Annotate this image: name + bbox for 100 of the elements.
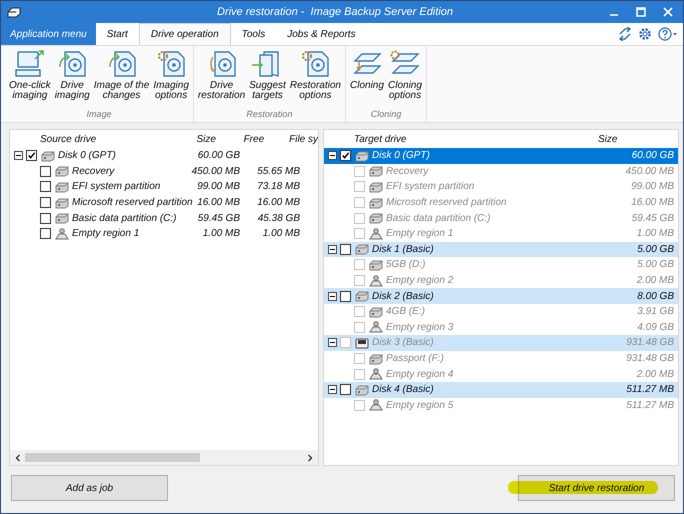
settings-icon[interactable]: [638, 27, 652, 41]
size-cell: 1.00 MB: [202, 228, 240, 240]
free-cell: 1.00 MB: [262, 228, 300, 240]
drive-name: Microsoft reserved partition: [386, 197, 507, 208]
ribbon-tab[interactable]: Jobs & Reports: [276, 23, 367, 45]
drive-name: Empty region 5: [386, 400, 454, 411]
drive-icon: [369, 306, 383, 318]
drive-icon: [55, 180, 69, 193]
size-cell-text: 99.00 MB: [630, 181, 675, 192]
drive-name[interactable]: Microsoft reserved partition: [72, 197, 193, 208]
drive-icon: [369, 352, 383, 365]
drive-icon: [369, 165, 383, 178]
free-cell: 45.38 GB: [258, 212, 300, 224]
collapse-icon[interactable]: [328, 385, 337, 394]
size-cell-text: 4.09 GB: [636, 322, 675, 333]
drive-name: Disk 3 (Basic): [372, 337, 434, 348]
drive-name: Disk 1 (Basic): [372, 244, 434, 255]
ribbon-button[interactable]: Imaging options: [152, 49, 190, 109]
drive-icon: [369, 196, 383, 209]
ribbon-tab[interactable]: Tools: [230, 23, 276, 45]
disk-row[interactable]: Disk 4 (Basic) 511.27 MB: [324, 382, 678, 398]
drive-name: Disk 2 (Basic): [372, 290, 434, 302]
disk-row[interactable]: Disk 2 (Basic) 8.00 GB: [324, 288, 678, 304]
column-header[interactable]: Source drive: [10, 134, 162, 144]
drive-icon: [355, 243, 369, 256]
drive-name: Disk 0 (GPT): [372, 150, 430, 162]
scroll-right-icon[interactable]: [306, 454, 314, 462]
checkbox[interactable]: [340, 150, 351, 162]
drive-name: 5GB (D:): [386, 259, 426, 270]
size-cell-text: 59.45 GB: [630, 212, 675, 224]
ribbon-button[interactable]: Image of the changes: [92, 49, 150, 109]
window-title: Drive restoration - Image Backup Server Edition: [216, 6, 454, 18]
checkbox[interactable]: [40, 197, 51, 208]
ribbon-tab[interactable]: Start: [96, 23, 139, 45]
drive-icon: [369, 258, 383, 271]
sync-icon[interactable]: [618, 27, 632, 41]
collapse-icon[interactable]: [14, 151, 23, 160]
collapse-icon[interactable]: [328, 244, 337, 254]
drive-icon: [7, 6, 21, 18]
ribbon-button[interactable]: Suggest targets: [248, 49, 287, 109]
drive-name[interactable]: EFI system partition: [72, 181, 160, 192]
ribbon-button[interactable]: Drive restoration: [196, 49, 246, 109]
disk-row[interactable]: Disk 0 (GPT) 60.00 GB: [324, 148, 678, 164]
free-cell: 16.00 MB: [257, 197, 300, 208]
scroll-left-icon[interactable]: [14, 454, 22, 462]
checkbox[interactable]: [40, 212, 51, 224]
group-label: Restoration: [246, 109, 292, 119]
checkbox[interactable]: [40, 181, 51, 192]
drive-name[interactable]: Basic data partition (C:): [72, 212, 176, 224]
ribbon-tab[interactable]: Drive operation: [138, 23, 231, 45]
maximize-icon[interactable]: [636, 7, 646, 17]
checkbox[interactable]: [40, 166, 51, 177]
scrollbar-thumb[interactable]: [25, 453, 200, 462]
column-header[interactable]: Free: [232, 134, 290, 144]
action-button[interactable]: Add as job: [11, 475, 168, 501]
drive-name: EFI system partition: [386, 181, 474, 192]
size-cell-text: 450.00 MB: [624, 166, 675, 177]
drive-name: Empty region 3: [386, 322, 454, 333]
disk-row[interactable]: Disk 1 (Basic) 5.00 GB: [324, 242, 678, 258]
size-cell-text: 931.48 GB: [625, 337, 675, 348]
drive-name[interactable]: Recovery: [72, 166, 114, 177]
size-cell: 99.00 MB: [197, 181, 240, 192]
drive-icon: [355, 150, 369, 162]
checkbox[interactable]: [340, 290, 351, 302]
ribbon-button[interactable]: One-click imaging: [8, 49, 52, 109]
checkbox[interactable]: [340, 384, 351, 396]
drive-icon: [355, 384, 369, 396]
drive-name: Empty region 4: [386, 368, 454, 380]
size-cell-text: 8.00 GB: [636, 290, 675, 302]
group-label: Cloning: [370, 109, 402, 119]
drive-icon: [41, 150, 55, 162]
drive-icon: [55, 212, 69, 224]
size-cell-text: 16.00 MB: [630, 197, 675, 208]
ribbon-button[interactable]: Cloning: [348, 49, 385, 109]
drive-name[interactable]: Disk 0 (GPT): [58, 150, 116, 162]
drive-icon: [369, 180, 383, 193]
checkbox[interactable]: [26, 150, 37, 162]
drive-name[interactable]: Empty region 1: [72, 228, 140, 240]
size-cell-text: 2.00 MB: [636, 275, 675, 286]
column-header[interactable]: Target drive: [324, 134, 598, 144]
horizontal-scrollbar[interactable]: [10, 450, 318, 465]
checkbox[interactable]: [340, 244, 351, 255]
ribbon-button[interactable]: Cloning options: [386, 49, 423, 109]
ribbon-button[interactable]: Drive imaging: [54, 49, 91, 109]
column-header[interactable]: Size: [161, 134, 232, 144]
size-cell: 450.00 MB: [192, 166, 240, 177]
drive-icon: [55, 196, 69, 209]
drive-name: Passport (F:): [386, 353, 444, 364]
size-cell-text: 1.00 MB: [636, 228, 675, 240]
column-header[interactable]: Size: [598, 134, 678, 144]
collapse-icon[interactable]: [328, 151, 337, 160]
group-label: Image: [86, 109, 112, 119]
drive-name: Recovery: [386, 166, 428, 177]
checkbox[interactable]: [40, 228, 51, 240]
help-icon[interactable]: [658, 27, 678, 41]
application-menu-button[interactable]: Application menu: [1, 23, 96, 45]
size-cell: 16.00 MB: [197, 197, 240, 208]
collapse-icon[interactable]: [328, 292, 337, 301]
ribbon-button[interactable]: Restoration options: [288, 49, 342, 109]
close-icon[interactable]: [663, 7, 673, 17]
